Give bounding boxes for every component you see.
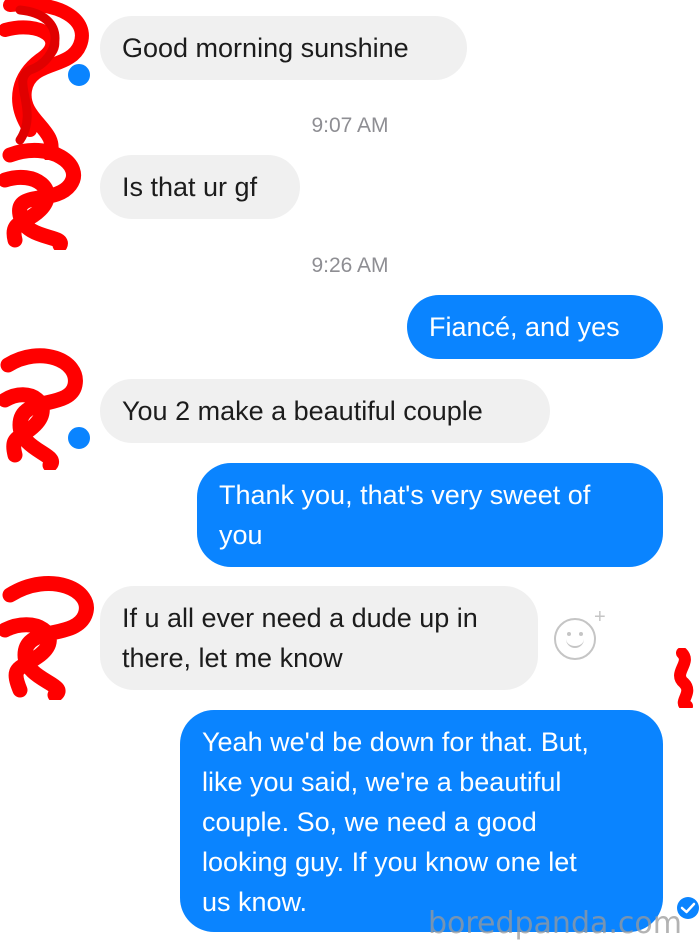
timestamp: 9:07 AM: [311, 114, 389, 137]
outgoing-message[interactable]: Yeah we'd be down for that. But, like yo…: [180, 710, 663, 932]
timestamp: 9:26 AM: [311, 254, 389, 277]
incoming-message[interactable]: Good morning sunshine: [100, 16, 467, 80]
incoming-message[interactable]: Is that ur gf: [100, 155, 300, 219]
redacted-avatar-scribble: [0, 348, 83, 470]
watermark: boredpanda.com: [427, 906, 682, 941]
outgoing-message[interactable]: Thank you, that's very sweet of you: [197, 463, 663, 567]
incoming-message[interactable]: If u all ever need a dude up in there, l…: [100, 586, 538, 690]
outgoing-message[interactable]: Fiancé, and yes: [407, 295, 663, 359]
smiley-add-icon[interactable]: +: [554, 606, 606, 660]
redacted-avatar-scribble: [0, 143, 81, 250]
messenger-badge-icon: [66, 425, 92, 451]
redacted-avatar-scribble: [0, 576, 94, 700]
messenger-badge-icon: [66, 62, 92, 88]
redacted-avatar-scribble: [674, 648, 694, 708]
incoming-message[interactable]: You 2 make a beautiful couple: [100, 379, 550, 443]
